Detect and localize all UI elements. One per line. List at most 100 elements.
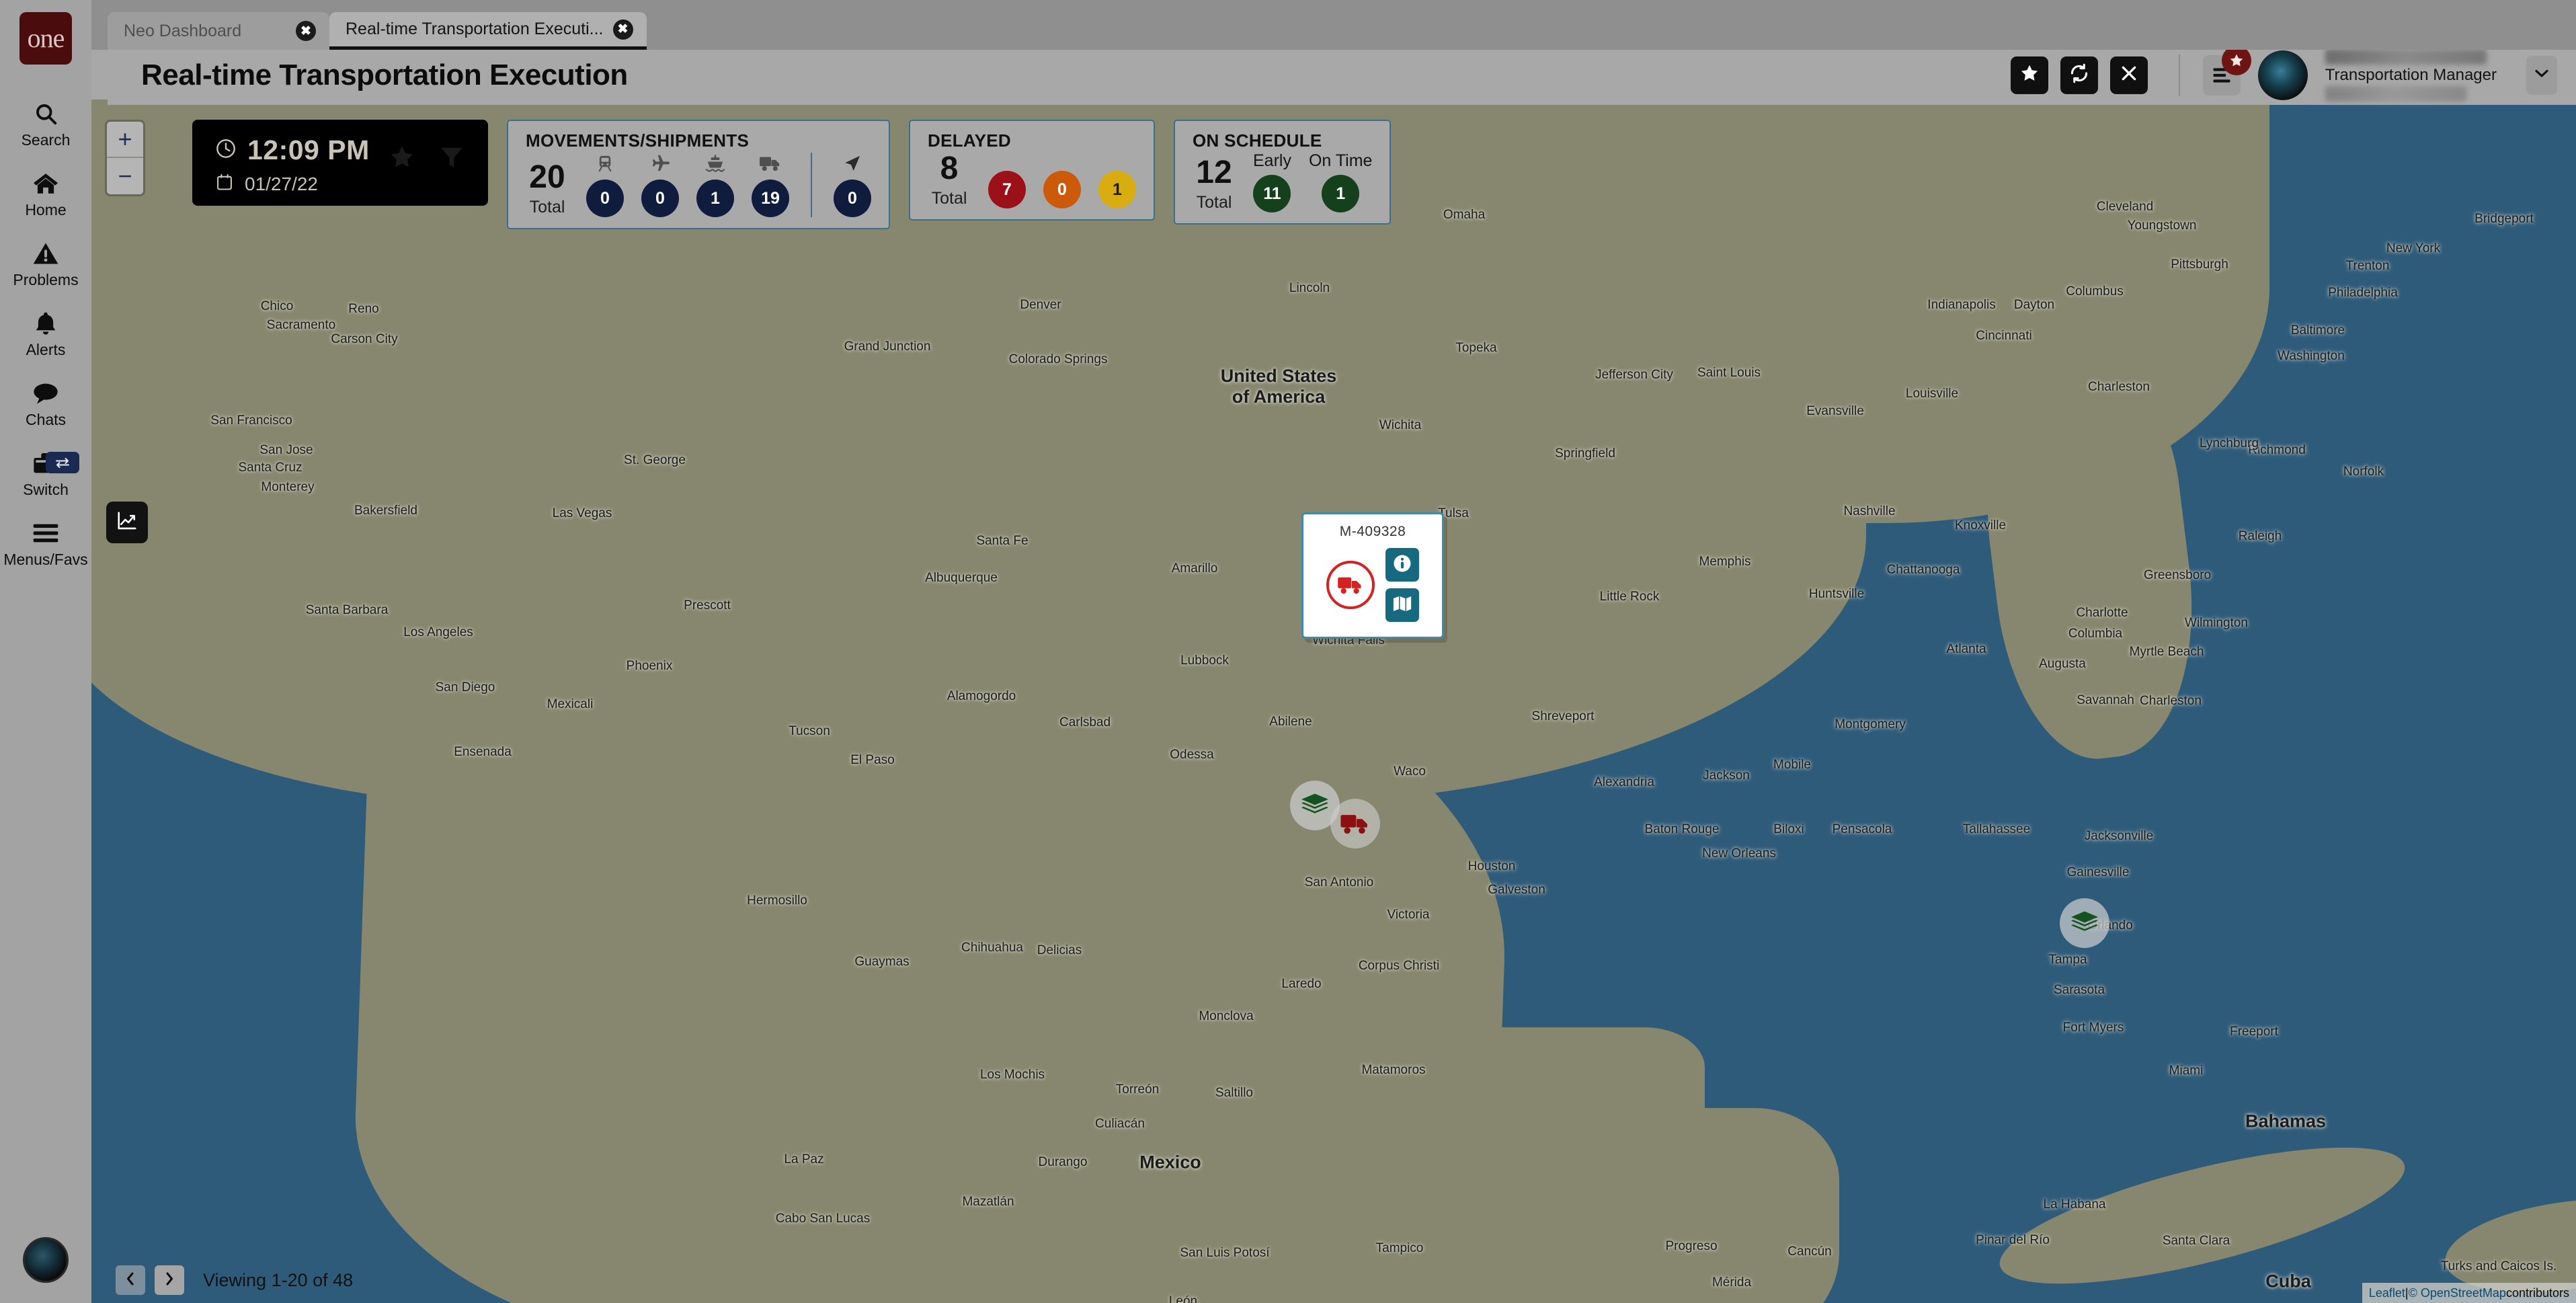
one-logo[interactable]: one [19, 12, 72, 65]
map-label: Alexandria [1594, 775, 1654, 789]
kpi-on-schedule-on-time[interactable]: On Time 1 [1309, 153, 1372, 212]
kpi-total-value: 8 [940, 151, 959, 186]
kpi-mode-rail[interactable]: 0 [586, 153, 624, 217]
previous-page-button[interactable] [116, 1265, 145, 1295]
tab-realtime-transportation-execution[interactable]: Real-time Transportation Executi... ✖ [329, 12, 647, 50]
kpi-mode-air[interactable]: 0 [641, 153, 679, 217]
tab-label: Real-time Transportation Executi... [346, 19, 604, 38]
sidebar-item-alerts[interactable]: Alerts [0, 299, 91, 368]
map-label: Bahamas [2245, 1111, 2327, 1132]
map-label: Philadelphia [2328, 286, 2398, 300]
kpi-mode-truck[interactable]: 19 [752, 153, 789, 217]
filter-icon [438, 144, 465, 174]
sidebar-item-chats[interactable]: Chats [0, 368, 91, 438]
map-label: Washington [2278, 349, 2345, 363]
kpi-card-body: 8 Total 7 0 1 [928, 153, 1136, 208]
map-label: Richmond [2248, 443, 2306, 457]
chart-toggle-button[interactable] [106, 502, 148, 543]
next-page-button[interactable] [155, 1265, 184, 1295]
map-popup-shipment[interactable]: M-409328 [1301, 512, 1444, 639]
user-role: Transportation Manager [2325, 65, 2497, 84]
popup-shipment-id: M-409328 [1339, 524, 1406, 539]
viewing-range-label: Viewing 1-20 of 48 [203, 1269, 354, 1290]
close-page-button[interactable] [2109, 56, 2148, 94]
map-marker-cluster[interactable] [2060, 898, 2109, 948]
sidebar-item-search[interactable]: Search [0, 89, 91, 159]
favorite-button[interactable] [2010, 56, 2048, 94]
kpi-on-schedule-early[interactable]: Early 11 [1253, 153, 1291, 212]
leaflet-link[interactable]: Leaflet [2369, 1286, 2405, 1300]
kpi-card-title: ON SCHEDULE [1193, 130, 1322, 151]
kpi-card-body: 20 Total 0 0 1 19 0 [526, 153, 871, 217]
chat-bubble-icon [32, 378, 59, 409]
map-marker-truck[interactable] [1330, 799, 1380, 848]
chevron-down-icon [2534, 68, 2549, 82]
clock-card-ghost-icons [389, 144, 465, 174]
kpi-mode-ocean[interactable]: 1 [696, 153, 734, 217]
kpi-card-divider [811, 153, 812, 217]
truck-icon [1326, 561, 1375, 609]
map-label: Sarasota [2053, 983, 2105, 997]
close-icon[interactable]: ✖ [612, 19, 633, 40]
sidebar-item-menus-favs[interactable]: Menus/Favs [0, 508, 91, 578]
map-label: Gainesville [2066, 865, 2130, 879]
clock-card: 12:09 PM 01/27/22 [192, 120, 488, 206]
refresh-button[interactable] [2060, 56, 2098, 94]
kpi-card-on-schedule[interactable]: ON SCHEDULE 12 Total Early 11 On Time 1 [1174, 120, 1392, 225]
kpi-total-label: Total [1196, 193, 1232, 212]
map-label: New Orleans [1702, 846, 1776, 861]
avatar[interactable] [23, 1237, 69, 1283]
info-button[interactable] [1385, 548, 1419, 582]
kpi-card-body: 12 Total Early 11 On Time 1 [1193, 153, 1372, 212]
map-label: Jackson [1703, 768, 1750, 783]
truck-icon [759, 153, 782, 174]
app-root: one Search Home Problems Alerts Chats Sw… [0, 0, 2576, 1303]
user-avatar[interactable] [2257, 50, 2308, 100]
map-zoom-controls: + − [105, 120, 145, 196]
zoom-in-button[interactable]: + [107, 122, 143, 158]
map-canvas[interactable]: United States of America Mexico Cuba Bahamas… [91, 100, 2576, 1303]
kpi-card-movements-shipments[interactable]: MOVEMENTS/SHIPMENTS 20 Total 0 0 1 19 0 [507, 120, 890, 229]
map-label: Lynchburg [2199, 436, 2259, 450]
sidebar-items: Search Home Problems Alerts Chats Switch… [0, 89, 91, 578]
star-icon [2221, 45, 2251, 75]
kpi-on-schedule-value: 11 [1253, 175, 1291, 212]
ocean-icon [705, 153, 725, 174]
clock-date-row: 01/27/22 [215, 173, 488, 195]
popup-actions [1385, 548, 1419, 622]
user-menu-button[interactable] [2526, 55, 2557, 95]
map-label: Norfolk [2343, 465, 2384, 479]
openstreetmap-link[interactable]: © OpenStreetMap [2409, 1286, 2506, 1300]
kpi-mode-value: 0 [586, 180, 624, 217]
kpi-delayed-high[interactable]: 0 [1043, 171, 1081, 208]
layers-icon [2060, 898, 2109, 948]
kpi-card-delayed[interactable]: DELAYED 8 Total 7 0 1 [909, 120, 1155, 221]
kpi-sub-label: On Time [1308, 151, 1373, 170]
map-label: Miami [2169, 1064, 2204, 1078]
map-label: Freeport [2230, 1025, 2278, 1039]
kpi-mode-in-transit[interactable]: 0 [834, 153, 871, 217]
sidebar-item-home[interactable]: Home [0, 159, 91, 229]
kpi-sub-label: Early [1253, 151, 1291, 170]
swap-arrows-icon[interactable] [46, 452, 79, 473]
kpi-total: 20 Total [526, 161, 569, 217]
map-button[interactable] [1385, 588, 1419, 622]
sidebar-item-switch[interactable]: Switch [0, 438, 91, 508]
kpi-delayed-medium[interactable]: 1 [1098, 171, 1136, 208]
close-icon[interactable]: ✖ [296, 21, 316, 41]
kpi-mode-value: 0 [641, 180, 679, 217]
kpi-total-label: Total [529, 198, 565, 216]
map-label: New York [2386, 241, 2441, 255]
map-label: Tallahassee [1962, 822, 2031, 836]
kpi-total-label: Total [931, 189, 967, 208]
kpi-card-title: DELAYED [928, 130, 1011, 151]
zoom-out-button[interactable]: − [107, 158, 143, 194]
sidebar-item-problems[interactable]: Problems [0, 229, 91, 299]
kpi-delayed-critical[interactable]: 7 [988, 171, 1026, 208]
map-label: Tampa [2048, 953, 2087, 967]
page-title: Real-time Transportation Execution [141, 58, 628, 91]
menu-favs-button[interactable] [2202, 45, 2251, 95]
header-divider [2178, 54, 2180, 96]
map-label: Fort Myers [2062, 1021, 2124, 1035]
tab-neo-dashboard[interactable]: Neo Dashboard ✖ [108, 12, 329, 50]
